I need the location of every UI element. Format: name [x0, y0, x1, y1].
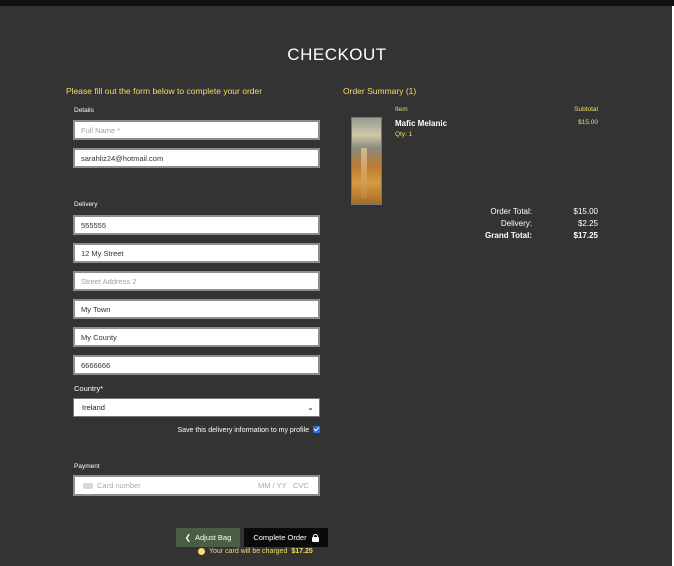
order-totals: Order Total: $15.00 Delivery: $2.25 Gran…	[440, 207, 598, 243]
delivery-cost-value: $2.25	[577, 219, 598, 228]
chevron-left-icon: ❮	[184, 533, 191, 542]
product-subtotal: $15.00	[578, 119, 598, 126]
save-delivery-label: Save this delivery information to my pro…	[177, 427, 310, 434]
save-delivery-info[interactable]: Save this delivery information to my pro…	[150, 426, 320, 434]
complete-order-label: Complete Order	[253, 533, 307, 542]
phone-input[interactable]	[73, 215, 320, 235]
email-input[interactable]	[73, 148, 320, 168]
payment-label: Payment	[74, 463, 100, 470]
grand-total-value: $17.25	[573, 231, 598, 240]
lock-icon	[311, 533, 319, 542]
form-intro-text: Please fill out the form below to comple…	[66, 86, 263, 96]
details-label: Details	[74, 107, 94, 114]
item-column-header: Item	[395, 106, 408, 113]
county-input[interactable]	[73, 327, 320, 347]
card-cvc-placeholder: CVC	[293, 481, 309, 490]
charge-note: Your card will be charged $17.25	[198, 548, 313, 555]
order-total-label: Order Total:	[490, 207, 532, 216]
grand-total-label: Grand Total:	[485, 231, 532, 240]
full-name-input[interactable]	[73, 120, 320, 140]
delivery-cost-label: Delivery:	[500, 219, 532, 228]
chevron-down-icon: ⌄	[307, 403, 314, 412]
product-name: Mafic Melanic	[395, 119, 448, 128]
product-qty: Qty: 1	[395, 131, 413, 138]
card-number-placeholder: Card number	[97, 481, 141, 490]
charge-amount: $17.25	[291, 548, 313, 555]
adjust-bag-button[interactable]: ❮ Adjust Bag	[176, 528, 240, 547]
country-select[interactable]: Ireland ⌄	[73, 398, 320, 417]
top-bar	[0, 0, 674, 6]
street-address-2-input[interactable]	[73, 271, 320, 291]
product-thumbnail	[351, 117, 382, 205]
credit-card-icon	[83, 483, 93, 489]
subtotal-column-header: Subtotal	[574, 106, 598, 113]
info-icon	[198, 548, 205, 555]
complete-order-button[interactable]: Complete Order	[244, 528, 328, 547]
page-title: CHECKOUT	[287, 45, 387, 64]
town-input[interactable]	[73, 299, 320, 319]
save-info-checkbox[interactable]	[313, 426, 320, 433]
street-address-1-input[interactable]	[73, 243, 320, 263]
country-label: Country*	[74, 384, 104, 393]
order-summary-title: Order Summary (1)	[343, 86, 417, 96]
card-expiry-placeholder: MM / YY	[258, 481, 287, 490]
card-input[interactable]: Card number MM / YY CVC	[73, 475, 320, 496]
charge-note-text: Your card will be charged	[209, 548, 288, 555]
country-selected-value: Ireland	[82, 403, 105, 412]
order-total-value: $15.00	[573, 207, 598, 216]
delivery-label: Delivery	[74, 201, 98, 208]
adjust-bag-label: Adjust Bag	[195, 533, 232, 542]
postcode-input[interactable]	[73, 355, 320, 375]
